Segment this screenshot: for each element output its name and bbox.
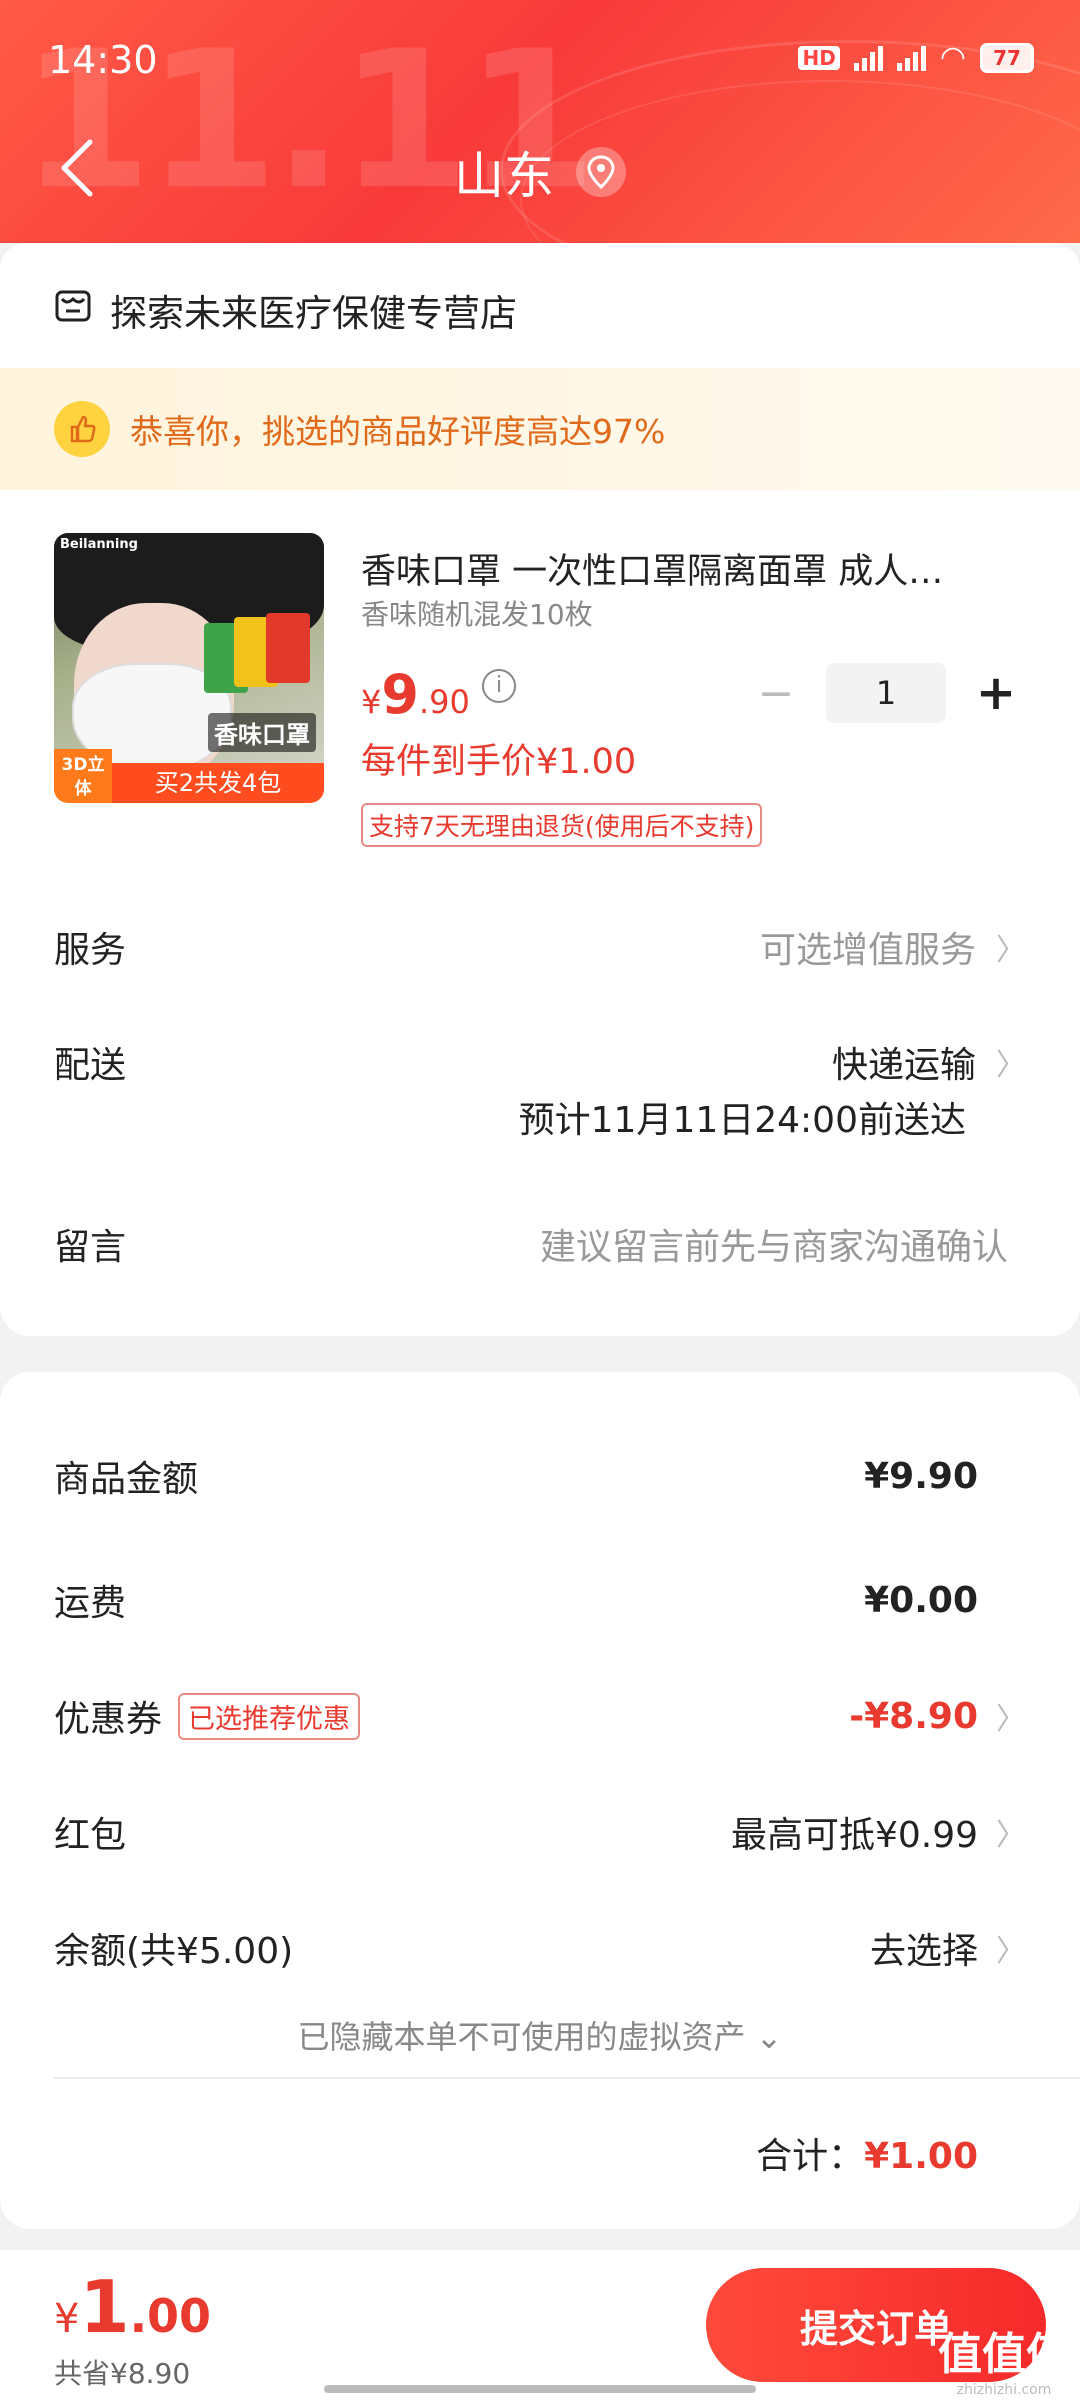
- pay-decimal: .00: [129, 2289, 212, 2343]
- chevron-right-icon: 〉: [996, 1048, 1026, 1083]
- redpacket-value: 最高可抵¥0.99: [730, 1815, 978, 1856]
- price-integer: 9: [381, 663, 419, 726]
- quantity-input[interactable]: 1: [826, 663, 946, 723]
- shop-icon: [54, 287, 92, 334]
- thumbs-up-icon: [54, 401, 110, 457]
- delivery-label: 配送: [54, 1045, 127, 1086]
- watermark-logo: 值值值: [938, 2329, 1070, 2380]
- service-label: 服务: [54, 930, 127, 971]
- chevron-right-icon: 〉: [996, 1934, 1026, 1969]
- header-bar: 11.11 14:30 HD ◠ 77 山东: [0, 0, 1080, 243]
- coupon-row[interactable]: 优惠券 已选推荐优惠 -¥8.90 〉: [54, 1690, 1026, 1742]
- battery-icon: 77: [980, 42, 1034, 73]
- rating-text: 恭喜你，挑选的商品好评度高达97%: [130, 412, 666, 451]
- status-time: 14:30: [48, 38, 158, 82]
- hidden-assets-toggle[interactable]: 已隐藏本单不可使用的虚拟资产 ⌄: [0, 2012, 1080, 2058]
- goods-value: ¥9.90: [864, 1455, 978, 1497]
- info-icon[interactable]: i: [482, 669, 516, 703]
- coupon-tag: 已选推荐优惠: [178, 1692, 361, 1740]
- coupon-label: 优惠券: [54, 1699, 163, 1740]
- price-decimal: .90: [418, 683, 470, 721]
- total-value: ¥1.00: [864, 2136, 978, 2177]
- pay-integer: 1: [79, 2265, 130, 2349]
- balance-label: 余额(共¥5.00): [54, 1931, 294, 1972]
- shop-row[interactable]: 探索未来医疗保健专营店: [54, 283, 517, 337]
- service-value: 可选增值服务: [759, 930, 976, 971]
- price-currency: ¥: [361, 683, 382, 721]
- site-watermark: 值值值 zhizhizhi.com: [938, 2318, 1070, 2398]
- service-row[interactable]: 服务 可选增值服务〉: [54, 921, 1026, 973]
- shipping-value: ¥0.00: [864, 1579, 978, 1621]
- saved-amount: 共省¥8.90: [54, 2357, 191, 2390]
- redpacket-label: 红包: [54, 1815, 127, 1856]
- location-pin-icon: [576, 147, 626, 197]
- message-input[interactable]: 建议留言前先与商家沟通确认: [540, 1218, 1008, 1270]
- status-icons: HD ◠ 77: [798, 40, 1034, 75]
- shop-name: 探索未来医疗保健专营店: [110, 292, 517, 335]
- chevron-right-icon: 〉: [996, 1818, 1026, 1853]
- unit-price: 每件到手价¥1.00: [361, 742, 637, 782]
- home-indicator[interactable]: [324, 2385, 756, 2393]
- fee-summary-card: 商品金额 ¥9.90 运费 ¥0.00 优惠券 已选推荐优惠 -¥8.90 〉 红…: [0, 1372, 1080, 2229]
- order-item-card: 探索未来医疗保健专营店 恭喜你，挑选的商品好评度高达97% Beilanning…: [0, 243, 1080, 1336]
- checkout-bar: ¥ 1 .00 共省¥8.90 提交订单: [0, 2250, 1080, 2400]
- shipping-label: 运费: [54, 1583, 127, 1624]
- pay-currency: ¥: [54, 2296, 80, 2342]
- increase-button[interactable]: +: [966, 665, 1026, 721]
- product-image-packs: [204, 613, 314, 703]
- goods-amount-row: 商品金额 ¥9.90: [54, 1450, 1026, 1502]
- message-row[interactable]: 留言 建议留言前先与商家沟通确认: [54, 1218, 1026, 1270]
- wifi-icon: ◠: [939, 40, 966, 75]
- delivery-eta: 预计11月11日24:00前送达: [518, 1100, 966, 1141]
- product-image[interactable]: Beilanning 香味口罩 3D立体 买2共发4包: [54, 533, 324, 803]
- tag-promo: 买2共发4包: [112, 763, 324, 803]
- pay-amount: ¥ 1 .00: [54, 2265, 211, 2349]
- chevron-right-icon: 〉: [996, 1702, 1026, 1737]
- product-brand: Beilanning: [60, 537, 138, 552]
- balance-row[interactable]: 余额(共¥5.00) 去选择〉: [54, 1922, 1026, 1974]
- product-item: Beilanning 香味口罩 3D立体 买2共发4包 香味口罩 一次性口罩隔离…: [54, 533, 1026, 847]
- signal-icon: [853, 45, 883, 71]
- signal-icon: [896, 45, 926, 71]
- goods-label: 商品金额: [54, 1459, 199, 1500]
- region-selector[interactable]: 山东: [0, 136, 1080, 208]
- shipping-row: 运费 ¥0.00: [54, 1574, 1026, 1626]
- message-label: 留言: [54, 1227, 127, 1268]
- rating-banner: 恭喜你，挑选的商品好评度高达97%: [0, 368, 1080, 490]
- delivery-row[interactable]: 配送 快递运输〉: [54, 1036, 1026, 1088]
- hd-icon: HD: [798, 45, 840, 70]
- chevron-right-icon: 〉: [996, 933, 1026, 968]
- return-policy-tag: 支持7天无理由退货(使用后不支持): [361, 803, 763, 847]
- region-label: 山东: [454, 147, 554, 205]
- product-price: ¥ 9 .90: [361, 663, 470, 726]
- product-image-title: 香味口罩: [208, 713, 316, 752]
- quantity-stepper: − 1 +: [746, 663, 1026, 723]
- watermark-url: zhizhizhi.com: [956, 2382, 1052, 2398]
- redpacket-row[interactable]: 红包 最高可抵¥0.99 〉: [54, 1806, 1026, 1858]
- balance-value: 去选择: [869, 1931, 978, 1972]
- product-title[interactable]: 香味口罩 一次性口罩隔离面罩 成人…: [361, 543, 1021, 594]
- tag-3d: 3D立体: [54, 749, 112, 803]
- delivery-value: 快递运输: [831, 1045, 976, 1086]
- divider: [54, 2077, 1080, 2079]
- total-row: 合计：¥1.00: [756, 2127, 978, 2179]
- decrease-button[interactable]: −: [746, 668, 806, 719]
- coupon-value: -¥8.90: [849, 1695, 978, 1737]
- total-label: 合计：: [756, 2136, 865, 2177]
- product-spec[interactable]: 香味随机混发10枚: [361, 593, 593, 633]
